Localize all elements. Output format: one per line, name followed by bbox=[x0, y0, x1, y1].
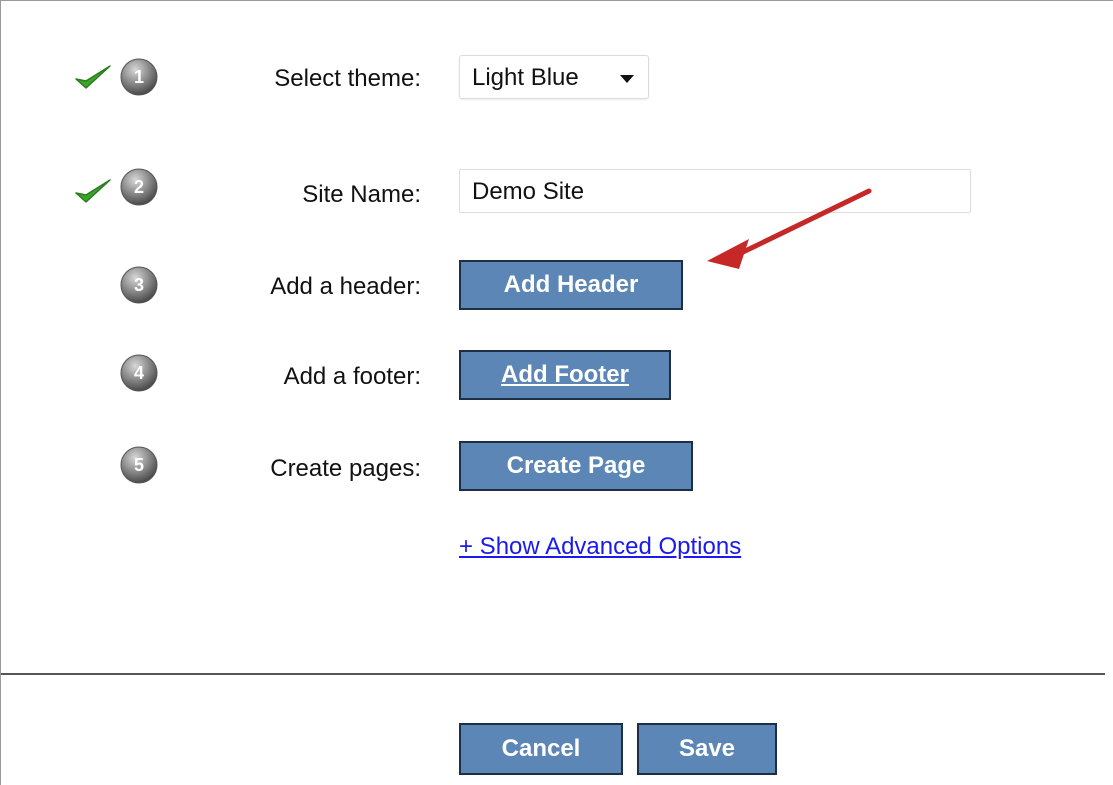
save-button-label: Save bbox=[678, 735, 736, 762]
add-header-button[interactable]: Add Header bbox=[459, 260, 683, 310]
cancel-button[interactable]: Cancel bbox=[459, 723, 623, 775]
red-arrow-annotation bbox=[707, 188, 872, 269]
wizard-panel: 1 Select theme: Light Blue 2 Site Name: … bbox=[0, 0, 1113, 785]
divider bbox=[1, 673, 1105, 675]
save-button[interactable]: Save bbox=[637, 723, 777, 775]
add-footer-button-label: Add Footer bbox=[501, 361, 629, 388]
cancel-button-label: Cancel bbox=[501, 735, 581, 762]
create-page-button-label: Create Page bbox=[506, 452, 646, 479]
theme-select-value: Light Blue bbox=[472, 64, 579, 91]
step-label-site-name: Site Name: bbox=[302, 181, 421, 208]
show-advanced-options-link[interactable]: + Show Advanced Options bbox=[459, 533, 741, 561]
add-header-button-label: Add Header bbox=[503, 271, 639, 298]
create-page-button[interactable]: Create Page bbox=[459, 441, 693, 491]
step-label-add-header: Add a header: bbox=[270, 273, 421, 300]
step-label-select-theme: Select theme: bbox=[274, 65, 421, 92]
step-label-add-footer: Add a footer: bbox=[283, 363, 421, 390]
step-label-create-pages: Create pages: bbox=[270, 455, 421, 482]
chevron-down-icon bbox=[620, 75, 634, 83]
theme-select[interactable]: Light Blue bbox=[459, 55, 649, 99]
add-footer-button[interactable]: Add Footer bbox=[459, 350, 671, 400]
